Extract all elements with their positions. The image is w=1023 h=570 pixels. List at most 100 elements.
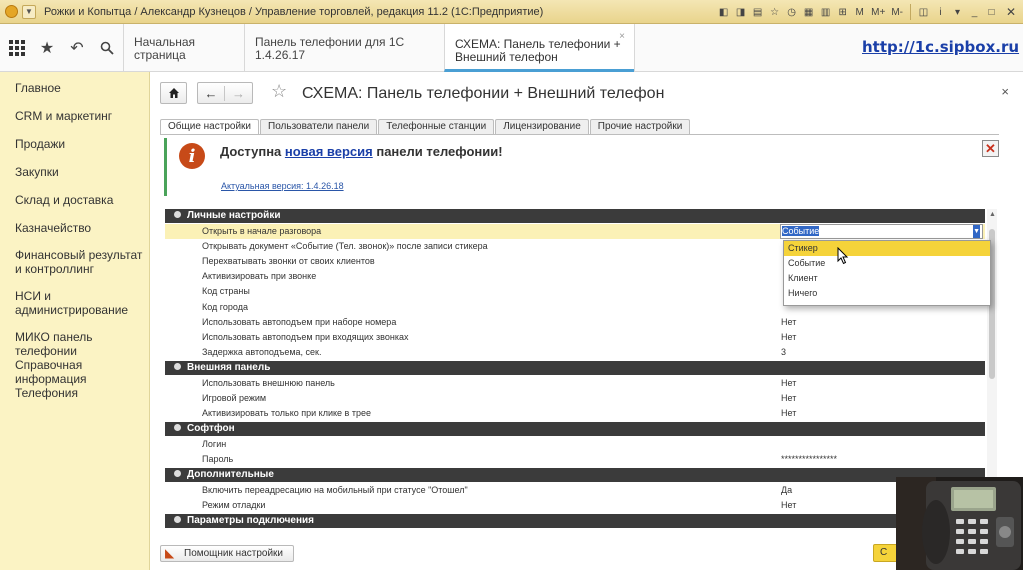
sidebar-item-purchases[interactable]: Закупки: [15, 165, 145, 179]
print-icon[interactable]: ▤: [750, 4, 765, 21]
row-name: Перехватывать звонки от своих клиентов: [202, 256, 375, 266]
table-row[interactable]: Пароль ****************: [165, 452, 985, 467]
tab-label: Начальная страница: [134, 35, 196, 62]
forward-icon[interactable]: ◨: [733, 4, 748, 21]
helper-label: Помощник настройки: [184, 548, 284, 559]
row-value: Нет: [781, 393, 797, 403]
sidebar-item-warehouse[interactable]: Склад и доставка: [15, 193, 145, 207]
tab-label: СХЕМА: Панель телефонии + Внешний телефо…: [455, 37, 621, 64]
favorite-icon[interactable]: ☆: [767, 4, 782, 21]
collapse-icon[interactable]: [174, 470, 181, 477]
calendar-icon[interactable]: ▦: [801, 4, 816, 21]
dropdown-option-nothing[interactable]: Ничего: [784, 286, 990, 301]
back-icon[interactable]: ◧: [716, 4, 731, 21]
forward-arrow-icon[interactable]: →: [225, 86, 252, 101]
sidebar-item-miko[interactable]: МИКО панель телефонии: [15, 330, 145, 358]
tab-other-settings[interactable]: Прочие настройки: [589, 119, 691, 134]
panels-icon[interactable]: ◫: [916, 4, 931, 21]
table-row[interactable]: Использовать автоподъем при входящих зво…: [165, 330, 985, 345]
row-name: Код города: [202, 302, 248, 312]
table-row[interactable]: Режим отладки Нет: [165, 498, 985, 513]
table-row[interactable]: Открыть в начале разговора Событие ▼: [165, 224, 985, 239]
top-navigation: ★ ↶ Начальная страница Панель телефонии …: [0, 24, 1023, 72]
group-title: Внешняя панель: [187, 362, 271, 373]
scroll-up-icon[interactable]: ▲: [989, 211, 996, 218]
back-arrow-icon[interactable]: ←: [198, 85, 226, 101]
menu-caret-icon[interactable]: ▾: [950, 4, 965, 21]
group-softphone[interactable]: Софтфон: [165, 422, 985, 436]
open-at-call-start-select[interactable]: Событие ▼: [780, 224, 983, 239]
table-row[interactable]: Задержка автоподъема, сек. 3: [165, 345, 985, 360]
wizard-icon: ◣: [165, 546, 175, 560]
sidebar-item-finance[interactable]: Финансовый результат и контроллинг: [15, 248, 145, 276]
close-form-icon[interactable]: ×: [1001, 84, 1009, 99]
favorites-star-icon[interactable]: ★: [38, 39, 56, 57]
tab-licensing[interactable]: Лицензирование: [495, 119, 589, 134]
history-icon[interactable]: ↶: [68, 39, 86, 57]
dropdown-option-sticker[interactable]: Стикер: [784, 241, 990, 256]
dropdown-arrow-icon[interactable]: ▼: [973, 225, 980, 238]
close-notice-icon[interactable]: ✕: [982, 140, 999, 157]
maximize-icon[interactable]: □: [984, 4, 999, 21]
site-link[interactable]: http://1c.sipbox.ru: [862, 38, 1019, 56]
tab-general-settings[interactable]: Общие настройки: [160, 119, 259, 135]
sidebar-item-admin[interactable]: НСИ и администрирование: [15, 289, 145, 317]
close-tab-icon[interactable]: ×: [619, 30, 625, 43]
calculator-icon[interactable]: ▥: [818, 4, 833, 21]
chevron-down-icon[interactable]: ▼: [22, 4, 36, 19]
row-value: Нет: [781, 332, 797, 342]
table-row[interactable]: Использовать внешнюю панель Нет: [165, 376, 985, 391]
group-title: Личные настройки: [187, 210, 281, 221]
table-row[interactable]: Включить переадресацию на мобильный при …: [165, 483, 985, 498]
tab-panel-users[interactable]: Пользователи панели: [260, 119, 378, 134]
sidebar-item-treasury[interactable]: Казначейство: [15, 221, 145, 235]
row-value: Нет: [781, 500, 797, 510]
compare-icon[interactable]: ⊞: [835, 4, 850, 21]
collapse-icon[interactable]: [174, 211, 181, 218]
tab-phone-stations[interactable]: Телефонные станции: [378, 119, 495, 134]
table-row[interactable]: Активизировать только при клике в трее Не…: [165, 406, 985, 421]
row-value: 3: [781, 347, 787, 357]
group-additional[interactable]: Дополнительные: [165, 468, 985, 482]
collapse-icon[interactable]: [174, 516, 181, 523]
favorite-star-icon[interactable]: ☆: [271, 81, 287, 102]
sidebar-item-main[interactable]: Главное: [15, 81, 145, 95]
apps-grid-icon[interactable]: [8, 39, 26, 57]
row-value: Да: [781, 485, 793, 495]
dropdown-option-client[interactable]: Клиент: [784, 271, 990, 286]
group-external-panel[interactable]: Внешняя панель: [165, 361, 985, 375]
history-icon[interactable]: ◷: [784, 4, 799, 21]
sidebar-item-sales[interactable]: Продажи: [15, 137, 145, 151]
group-connection[interactable]: Параметры подключения: [165, 514, 985, 528]
tab-schema[interactable]: СХЕМА: Панель телефонии + Внешний телефо…: [444, 24, 634, 72]
memory-plus-button[interactable]: M+: [869, 4, 887, 21]
table-row[interactable]: Игровой режим Нет: [165, 391, 985, 406]
tab-telephony-panel[interactable]: Панель телефонии для 1С 1.4.26.17: [244, 24, 444, 72]
row-name: Режим отладки: [202, 500, 266, 510]
app-logo-icon[interactable]: [5, 5, 18, 18]
collapse-icon[interactable]: [174, 424, 181, 431]
new-version-link[interactable]: новая версия: [285, 144, 373, 159]
table-row[interactable]: Использовать автоподъем при наборе номер…: [165, 315, 985, 330]
table-row[interactable]: Логин: [165, 437, 985, 452]
tab-home[interactable]: Начальная страница: [123, 24, 244, 72]
collapse-icon[interactable]: [174, 363, 181, 370]
info-icon[interactable]: i: [933, 4, 948, 21]
search-icon[interactable]: [98, 39, 116, 57]
close-icon[interactable]: ✕: [1001, 4, 1021, 21]
tab-divider: [634, 24, 635, 72]
row-name: Задержка автоподъема, сек.: [202, 347, 322, 357]
sidebar-item-crm[interactable]: CRM и маркетинг: [15, 109, 145, 123]
sidebar-item-telephony[interactable]: Телефония: [15, 386, 145, 400]
page-title: СХЕМА: Панель телефонии + Внешний телефо…: [302, 85, 665, 102]
dropdown-option-event[interactable]: Событие: [784, 256, 990, 271]
minimize-icon[interactable]: _: [967, 4, 982, 21]
notice-text: Доступна: [220, 144, 285, 159]
setup-wizard-button[interactable]: ◣ Помощник настройки: [160, 545, 294, 562]
home-button[interactable]: [160, 82, 187, 104]
memory-minus-button[interactable]: M-: [889, 4, 905, 21]
memory-button[interactable]: M: [852, 4, 867, 21]
group-personal[interactable]: Личные настройки: [165, 209, 985, 223]
sidebar-item-reference[interactable]: Справочная информация: [15, 358, 145, 386]
current-version-link[interactable]: Актуальная версия: 1.4.26.18: [221, 181, 344, 191]
